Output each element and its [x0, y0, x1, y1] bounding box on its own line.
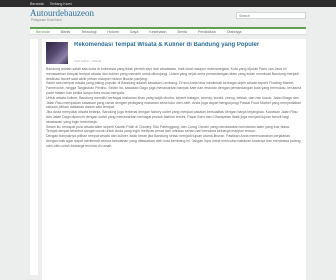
site-title[interactable]: Autourdebauzeon [30, 8, 94, 18]
post-body: Bandung adalah salah satu kota di Indone… [46, 67, 302, 149]
nav-item-berita[interactable]: Berita [178, 30, 187, 34]
nav-item-kesehatan[interactable]: Kesehatan [149, 30, 166, 34]
post-paragraph: Untuk wisata kuliner, Bandung memiliki b… [46, 95, 302, 110]
sidebar [30, 39, 38, 275]
topbar-link-about[interactable]: Tentang Kami [50, 2, 72, 6]
main-nav: Beranda Bisnis Teknologi Hukum Gaya Kese… [30, 27, 306, 35]
nav-item-home[interactable]: Beranda [36, 30, 50, 34]
search-input[interactable] [236, 12, 306, 19]
site-tagline: Pelayanan Kota Kami [31, 18, 62, 22]
nav-item-pendidikan[interactable]: Pendidikan [198, 30, 216, 34]
post-title[interactable]: Rekomendasi Tempat Wisata & Kuliner di B… [74, 42, 302, 58]
post-content: Rekomendasi Tempat Wisata & Kuliner di B… [42, 39, 306, 280]
nav-item-bisnis[interactable]: Bisnis [61, 30, 71, 34]
post-thumbnail[interactable] [46, 42, 68, 64]
post-paragraph: Bandung adalah salah satu kota di Indone… [46, 67, 299, 81]
topbar-link-home[interactable]: Beranda [30, 2, 44, 6]
post-paragraph: Salah satu tempat wisata yang paling pop… [46, 81, 302, 95]
nav-item-olahraga[interactable]: Olahraga [227, 30, 242, 34]
post-paragraph: Jika Anda menyukai wisata belanja, Bandu… [46, 110, 298, 124]
post-paragraph: Selain itu, terdapat pula wisata alam se… [46, 124, 290, 134]
post-meta: Oleh admin • Wisata [74, 59, 102, 63]
post-paragraph: Dengan banyaknya pilihan tempat wisata d… [46, 134, 301, 148]
top-bar: Beranda Tentang Kami [0, 0, 336, 7]
nav-item-hukum[interactable]: Hukum [107, 30, 118, 34]
nav-item-gaya[interactable]: Gaya [130, 30, 139, 34]
nav-item-teknologi[interactable]: Teknologi [81, 30, 96, 34]
